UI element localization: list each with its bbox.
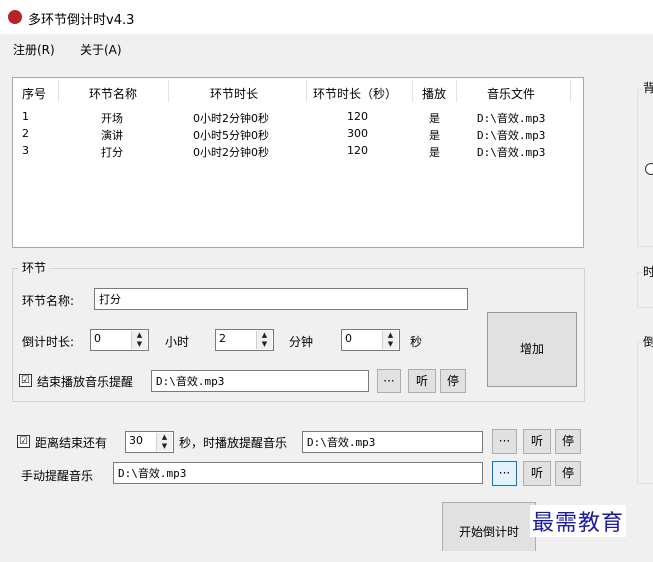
table-cell: 是 xyxy=(429,146,440,159)
seconds-label: 秒 xyxy=(410,335,423,349)
table-cell: 是 xyxy=(429,129,440,142)
right-group-3 xyxy=(637,342,653,484)
segment-name-input[interactable]: 打分 xyxy=(94,288,468,310)
table-cell: 300 xyxy=(347,127,368,140)
manual-music-listen-button[interactable]: 听 xyxy=(523,461,551,486)
table-cell: D:\音效.mp3 xyxy=(477,129,546,142)
manual-music-stop-button[interactable]: 停 xyxy=(555,461,581,486)
end-music-listen-button[interactable]: 听 xyxy=(408,369,436,393)
table-cell: 2 xyxy=(22,127,29,140)
duration-label: 倒计时长: xyxy=(22,335,75,349)
hours-label: 小时 xyxy=(165,335,190,349)
window-title: 多环节倒计时v4.3 xyxy=(28,13,135,28)
end-music-browse-button[interactable]: ··· xyxy=(377,369,401,393)
minutes-stepper[interactable]: 2 ▲ ▼ xyxy=(215,329,274,351)
reminder-suffix-label: 秒，时播放提醒音乐 xyxy=(179,436,288,450)
right-group-3-title: 倒 xyxy=(643,333,653,350)
table-cell: 打分 xyxy=(101,146,123,159)
manual-music-label: 手动提醒音乐 xyxy=(21,469,94,483)
table-cell: D:\音效.mp3 xyxy=(477,112,546,125)
table-cell: 3 xyxy=(22,144,29,157)
end-music-stop-button[interactable]: 停 xyxy=(440,369,466,393)
seconds-stepper[interactable]: 0 ▲ ▼ xyxy=(341,329,400,351)
manual-music-browse-button[interactable]: ··· xyxy=(492,461,517,486)
reminder-stop-button[interactable]: 停 xyxy=(555,429,581,454)
segment-group-title: 环节 xyxy=(19,259,50,276)
reminder-prefix-label: 距离结束还有 xyxy=(35,436,108,450)
end-music-label: 结束播放音乐提醒 xyxy=(37,375,134,389)
table-cell: 0小时2分钟0秒 xyxy=(193,112,269,125)
table-cell: 120 xyxy=(347,144,368,157)
table-cell: 1 xyxy=(22,110,29,123)
table-cell: 0小时5分钟0秒 xyxy=(193,129,269,142)
reminder-path-input[interactable]: D:\音效.mp3 xyxy=(302,431,483,453)
column-header-name[interactable]: 环节名称 xyxy=(89,85,137,102)
segment-list[interactable]: 序号 环节名称 环节时长 环节时长（秒） 播放 音乐文件 1 开场 0小时2分钟… xyxy=(12,77,584,248)
table-cell: 开场 xyxy=(101,112,123,125)
hours-stepper[interactable]: 0 ▲ ▼ xyxy=(90,329,149,351)
table-cell: 120 xyxy=(347,110,368,123)
end-music-checkbox[interactable]: ☑ xyxy=(19,374,32,387)
end-music-path-input[interactable]: D:\音效.mp3 xyxy=(151,370,369,392)
column-header-music[interactable]: 音乐文件 xyxy=(487,85,535,102)
table-cell: 0小时2分钟0秒 xyxy=(193,146,269,159)
table-cell: D:\音效.mp3 xyxy=(477,146,546,159)
menu-about[interactable]: 关于(A) xyxy=(80,41,122,58)
segment-name-label: 环节名称: xyxy=(22,294,75,308)
column-header-seconds[interactable]: 环节时长（秒） xyxy=(313,85,397,102)
menu-register[interactable]: 注册(R) xyxy=(13,41,55,58)
reminder-browse-button[interactable]: ··· xyxy=(492,429,517,454)
reminder-checkbox[interactable]: ☑ xyxy=(17,435,30,448)
right-group-1-title: 背 xyxy=(643,79,653,96)
start-countdown-button[interactable]: 开始倒计时 xyxy=(442,502,536,551)
column-header-duration[interactable]: 环节时长 xyxy=(210,85,258,102)
add-button[interactable]: 增加 xyxy=(487,312,577,387)
reminder-listen-button[interactable]: 听 xyxy=(523,429,551,454)
manual-music-path-input[interactable]: D:\音效.mp3 xyxy=(113,462,483,484)
app-icon xyxy=(8,10,22,24)
reminder-seconds-stepper[interactable]: 30 ▲ ▼ xyxy=(125,431,174,453)
column-header-index[interactable]: 序号 xyxy=(22,85,46,102)
watermark-text: 最需教育 xyxy=(530,505,627,537)
table-cell: 是 xyxy=(429,112,440,125)
minutes-label: 分钟 xyxy=(289,335,314,349)
radio-button[interactable] xyxy=(645,163,653,175)
table-cell: 演讲 xyxy=(101,129,123,142)
right-group-2-title: 时 xyxy=(643,263,653,280)
column-header-play[interactable]: 播放 xyxy=(422,85,446,102)
